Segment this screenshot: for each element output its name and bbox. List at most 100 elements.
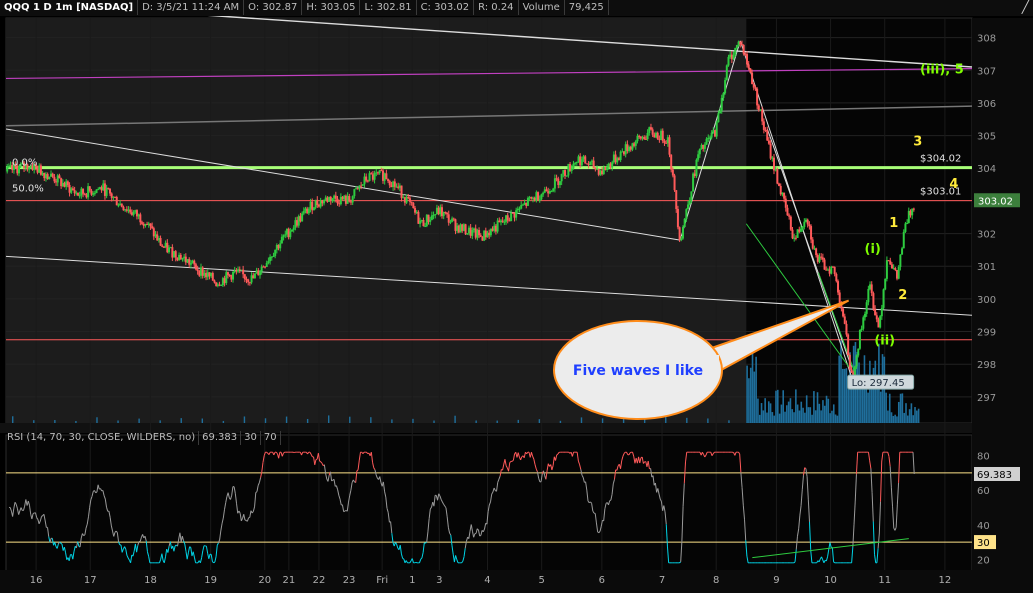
- candle-body: [649, 127, 652, 130]
- volume-bar: [822, 400, 824, 423]
- candle-body: [71, 188, 74, 191]
- candle-body: [842, 308, 845, 317]
- volume-bar: [328, 415, 330, 423]
- volume-bar: [370, 417, 372, 423]
- volume-bar: [748, 378, 750, 423]
- candle-body: [393, 181, 396, 187]
- volume-bar: [96, 417, 98, 423]
- candle-body: [449, 221, 452, 223]
- candle-body: [791, 229, 794, 239]
- volume-bar: [117, 420, 119, 423]
- candle-body: [847, 334, 850, 356]
- rsi-lower-level: 30: [241, 431, 261, 445]
- time-tick-label: 23: [343, 575, 356, 586]
- volume-bar: [762, 410, 765, 423]
- candle-body: [149, 223, 152, 227]
- volume-bar: [813, 391, 815, 423]
- level-price-label: $304.02: [920, 154, 961, 165]
- wave-label: 2: [898, 288, 907, 303]
- volume-bar: [858, 362, 860, 423]
- candle-body: [521, 204, 524, 206]
- volume-bar: [823, 405, 826, 423]
- candle-body: [518, 208, 521, 210]
- volume-bar: [795, 389, 797, 423]
- time-tick-label: 21: [283, 575, 296, 586]
- candle-body: [471, 230, 474, 236]
- volume-bar: [778, 413, 781, 423]
- volume-bar: [433, 420, 435, 423]
- rsi-value: 69.383: [199, 431, 242, 445]
- volume-bar: [243, 416, 246, 423]
- volume-bar: [845, 368, 848, 423]
- volume-bar: [832, 404, 835, 423]
- volume-bar: [767, 401, 770, 423]
- volume-bar: [802, 407, 804, 423]
- price-tick-label: 297: [977, 393, 996, 404]
- volume-bar: [831, 410, 833, 423]
- volume-bar: [728, 420, 730, 423]
- candle-body: [783, 192, 786, 199]
- candle-body: [670, 154, 673, 170]
- candle-body: [552, 188, 555, 192]
- candle-body: [564, 170, 567, 176]
- volume-bar: [805, 395, 808, 423]
- candle-body: [838, 292, 841, 304]
- price-chart[interactable]: 2972982993003013023033043053063073081617…: [0, 0, 1033, 593]
- time-tick-label: 17: [84, 575, 97, 586]
- time-tick-label: 3: [436, 575, 442, 586]
- candle-body: [772, 157, 775, 171]
- volume-bar: [751, 352, 754, 423]
- volume-bar: [757, 398, 759, 423]
- candle-body: [815, 248, 818, 255]
- candle-body: [837, 281, 840, 293]
- time-tick-label: 18: [144, 575, 157, 586]
- candle-body: [719, 110, 722, 114]
- volume-bar: [917, 408, 920, 423]
- volume-bar: [222, 420, 225, 423]
- candle-body: [272, 255, 275, 257]
- volume-bar: [890, 412, 893, 423]
- candle-body: [776, 169, 779, 184]
- rsi-line-segment: [83, 534, 86, 537]
- time-tick-label: 22: [313, 575, 326, 586]
- candle-body: [189, 262, 192, 265]
- volume-bar: [776, 389, 779, 423]
- candle-body: [6, 166, 9, 172]
- candle-body: [361, 184, 364, 186]
- candle-body: [580, 159, 583, 166]
- volume-bar: [887, 410, 889, 423]
- candle-body: [570, 168, 573, 171]
- candle-body: [739, 41, 742, 45]
- time-tick-label: 1: [409, 575, 415, 586]
- price-tick-label: 301: [977, 262, 996, 273]
- candle-body: [874, 308, 877, 316]
- wave-label: 3: [913, 134, 922, 149]
- volume-bar: [876, 386, 878, 423]
- candle-body: [611, 162, 614, 168]
- candle-body: [365, 176, 368, 181]
- volume-bar: [12, 416, 14, 423]
- last-price-label: 303.02: [978, 196, 1013, 207]
- candle-body: [810, 226, 813, 240]
- candle-body: [161, 245, 164, 247]
- volume-bar: [896, 416, 898, 423]
- candle-body: [412, 202, 415, 209]
- candle-body: [724, 80, 727, 94]
- symbol-label[interactable]: QQQ 1 D 1m [NASDAQ]: [0, 0, 139, 15]
- candle-body: [82, 188, 85, 194]
- candle-body: [213, 280, 216, 283]
- rsi-line-segment: [479, 534, 482, 537]
- candle-body: [661, 130, 664, 141]
- candle-body: [76, 192, 79, 196]
- rsi-tick-label: 80: [977, 452, 990, 463]
- drawing-tool-icon[interactable]: ╱: [1022, 0, 1029, 14]
- candle-body: [53, 176, 56, 182]
- candle-body: [565, 175, 568, 177]
- candle-body: [698, 148, 701, 155]
- candle-body: [336, 198, 339, 204]
- candle-body: [788, 215, 791, 217]
- candle-body: [754, 87, 757, 89]
- volume-bar: [870, 388, 873, 423]
- volume-bar: [879, 391, 882, 423]
- volume-bar: [789, 398, 792, 423]
